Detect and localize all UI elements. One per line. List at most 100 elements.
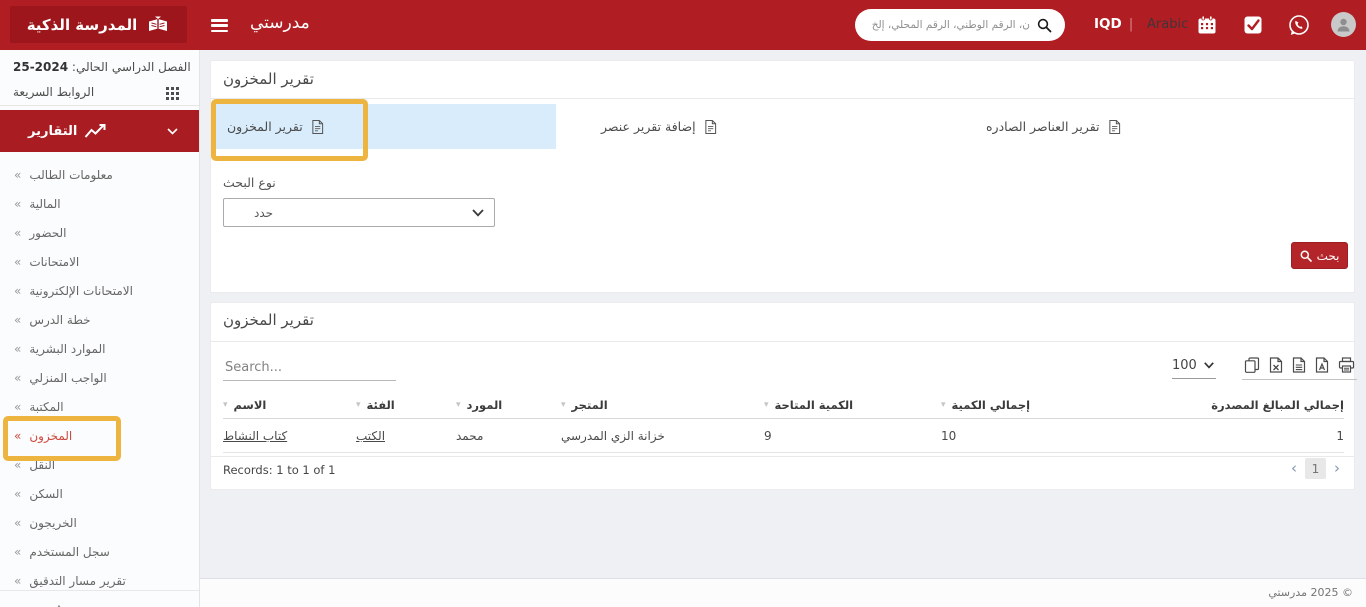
- double-arrow-icon: «: [14, 487, 21, 501]
- sidebar-item-label: الامتحانات: [29, 255, 79, 269]
- pagination: ‹ 1 ›: [1291, 458, 1340, 479]
- pagination-prev-icon[interactable]: ‹: [1291, 461, 1297, 476]
- table-cell: خزانة الزي المدرسي: [561, 429, 764, 443]
- table-card-title: تقرير المخزون: [223, 311, 314, 329]
- cell-value[interactable]: محمد: [456, 429, 483, 443]
- sidebar-toggle-hamburger-icon[interactable]: [211, 19, 228, 32]
- current-semester: الفصل الدراسي الحالي: 25-2024: [13, 60, 193, 74]
- sidebar-menu-item[interactable]: « المخزون: [0, 421, 200, 450]
- sidebar-menu-item[interactable]: « خطة الدرس: [0, 305, 200, 334]
- table-cell: 9: [764, 429, 941, 443]
- sort-caret-icon[interactable]: ▾: [223, 400, 228, 410]
- sidebar-menu-item[interactable]: « الخريجون: [0, 508, 200, 537]
- copy-icon[interactable]: [1244, 357, 1260, 373]
- app-logo[interactable]: المدرسة الذكية: [10, 6, 187, 43]
- sidebar-menu-item[interactable]: « الموارد البشرية: [0, 334, 200, 363]
- table-cell: محمد: [456, 429, 561, 443]
- pagination-next-icon[interactable]: ›: [1334, 461, 1340, 476]
- sidebar-item-label: الحضور: [29, 226, 66, 240]
- search-type-select[interactable]: حدد: [223, 198, 495, 227]
- table-header-row: ▾ الاسم ▾ الفئة ▾ المورد ▾ المتجر ▾ الكم…: [223, 391, 1344, 419]
- currency-selector[interactable]: IQD |: [1094, 16, 1133, 32]
- report-tab[interactable]: تقرير العناصر الصادره: [986, 104, 1121, 149]
- sidebar-item-label: الموارد البشرية: [29, 342, 105, 356]
- sidebar-item-label: المخزون: [29, 429, 72, 443]
- inventory-table-card: تقرير المخزون 100 ▾ الاسم: [210, 302, 1355, 490]
- whatsapp-icon[interactable]: [1288, 14, 1308, 34]
- divider: [0, 590, 200, 591]
- table-column-header[interactable]: ▾ الكمية المتاحة: [764, 398, 941, 412]
- table-column-header[interactable]: ▾ إجمالي الكمية: [941, 398, 1141, 412]
- search-button[interactable]: بحث: [1291, 242, 1348, 269]
- sidebar-menu-item[interactable]: « سجل المستخدم: [0, 537, 200, 566]
- sidebar-menu-item[interactable]: « الواجب المنزلي: [0, 363, 200, 392]
- sidebar-menu-item[interactable]: « النقل: [0, 450, 200, 479]
- sidebar-item-label: الواجب المنزلي: [29, 371, 106, 385]
- global-search-bar: [855, 9, 1065, 41]
- table-column-header[interactable]: ▾ إجمالي المبالغ المصدرة: [1141, 398, 1344, 412]
- sidebar-item-label: خطة الدرس: [29, 313, 90, 327]
- table-column-header[interactable]: ▾ الاسم: [223, 398, 356, 412]
- table-column-header[interactable]: ▾ الفئة: [356, 398, 456, 412]
- cell-value[interactable]: 1: [1336, 429, 1344, 443]
- user-avatar[interactable]: [1331, 12, 1356, 37]
- pagination-page-1[interactable]: 1: [1305, 458, 1326, 479]
- tab-label: تقرير العناصر الصادره: [986, 119, 1100, 134]
- sidebar-menu-item[interactable]: « الحضور: [0, 218, 200, 247]
- sort-caret-icon[interactable]: ▾: [561, 400, 566, 410]
- sidebar-item-label: النقل: [29, 458, 55, 472]
- column-label: المورد: [467, 398, 503, 412]
- page-size-select[interactable]: 100: [1172, 358, 1216, 379]
- language-selector[interactable]: Arabic: [1147, 17, 1188, 32]
- cell-value[interactable]: الكتب: [356, 429, 385, 443]
- table-cell: الكتب: [356, 429, 456, 443]
- table-cell: 10: [941, 429, 1141, 443]
- quick-links[interactable]: الروابط السريعة: [13, 85, 94, 99]
- double-arrow-icon: «: [14, 371, 21, 385]
- grid-icon[interactable]: [166, 87, 179, 100]
- table-column-header[interactable]: ▾ المتجر: [561, 398, 764, 412]
- cell-value[interactable]: 10: [941, 429, 956, 443]
- global-search-input[interactable]: [868, 19, 1030, 31]
- double-arrow-icon: «: [14, 574, 21, 588]
- sidebar-menu-item[interactable]: « معلومات الطالب: [0, 160, 200, 189]
- chart-line-icon: [84, 124, 108, 139]
- table-search-input[interactable]: [223, 358, 396, 381]
- search-icon: [1300, 250, 1312, 262]
- excel-export-icon[interactable]: [1269, 357, 1283, 373]
- tab-label: تقرير المخزون: [227, 119, 303, 134]
- print-icon[interactable]: [1338, 357, 1355, 373]
- sidebar-menu-item[interactable]: « المكتبة: [0, 392, 200, 421]
- sidebar-item-label: السكن: [29, 487, 62, 501]
- sort-caret-icon[interactable]: ▾: [764, 400, 769, 410]
- select-value: حدد: [254, 206, 273, 220]
- column-label: المتجر: [572, 398, 608, 412]
- sidebar-item-settings[interactable]: إعدادات النظام: [0, 597, 200, 607]
- semester-value: 25-2024: [13, 60, 68, 74]
- double-arrow-icon: «: [14, 313, 21, 327]
- cell-value[interactable]: 9: [764, 429, 772, 443]
- sidebar-menu-item[interactable]: « السكن: [0, 479, 200, 508]
- report-tab[interactable]: تقرير المخزون: [211, 104, 556, 149]
- logo-text: المدرسة الذكية: [27, 16, 138, 34]
- search-icon[interactable]: [1037, 18, 1052, 33]
- sidebar-menu-item[interactable]: « المالية: [0, 189, 200, 218]
- tasks-check-icon[interactable]: [1243, 15, 1263, 35]
- tab-label: إضافة تقرير عنصر: [601, 119, 696, 134]
- pdf-export-icon[interactable]: [1315, 357, 1329, 373]
- sort-caret-icon[interactable]: ▾: [941, 400, 946, 410]
- cell-value[interactable]: خزانة الزي المدرسي: [561, 429, 665, 443]
- calendar-icon[interactable]: [1197, 15, 1217, 35]
- csv-export-icon[interactable]: [1292, 357, 1306, 373]
- sort-caret-icon[interactable]: ▾: [456, 400, 461, 410]
- cell-value[interactable]: كتاب النشاط: [223, 429, 287, 443]
- export-toolbar: [1242, 357, 1357, 380]
- sort-caret-icon[interactable]: ▾: [356, 400, 361, 410]
- sidebar-menu-item[interactable]: « الامتحانات: [0, 247, 200, 276]
- records-summary: Records: 1 to 1 of 1: [223, 463, 335, 477]
- sidebar-section-reports[interactable]: التقارير: [0, 110, 200, 152]
- sidebar-menu-item[interactable]: « الامتحانات الإلكترونية: [0, 276, 200, 305]
- report-tab[interactable]: إضافة تقرير عنصر: [601, 104, 717, 149]
- table-column-header[interactable]: ▾ المورد: [456, 398, 561, 412]
- sidebar-item-label: الامتحانات الإلكترونية: [29, 284, 133, 298]
